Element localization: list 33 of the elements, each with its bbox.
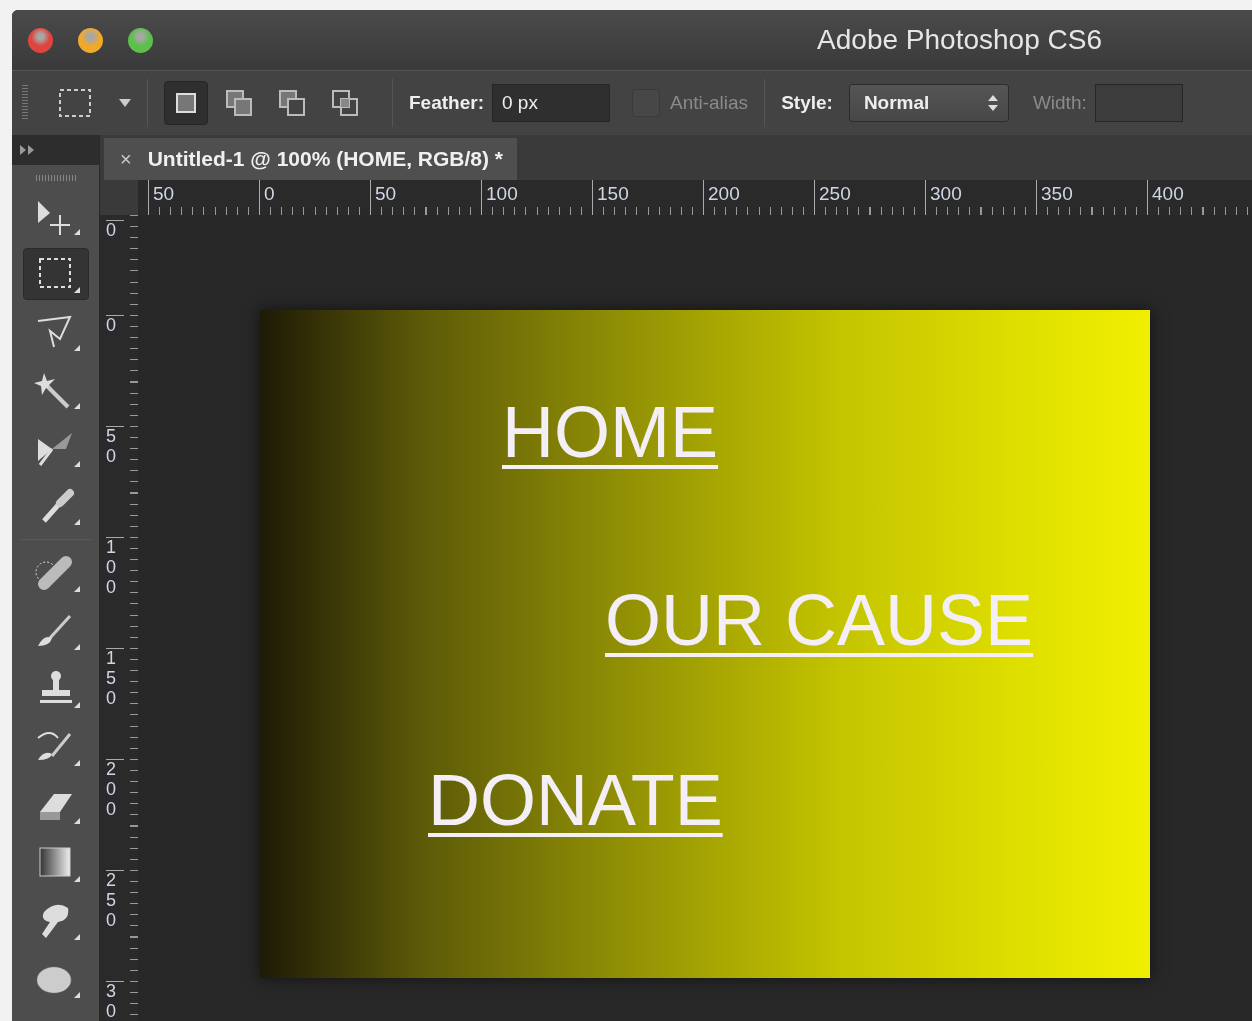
ruler-label: 200 xyxy=(106,759,124,870)
intersect-selection-icon xyxy=(330,88,360,118)
style-label: Style: xyxy=(781,90,833,115)
anti-alias-label: Anti-alias xyxy=(669,90,749,115)
collapse-arrows-icon xyxy=(20,144,36,155)
feather-label: Feather: xyxy=(409,90,484,115)
minimize-button[interactable] xyxy=(78,27,103,53)
ruler-label: 0 xyxy=(106,315,124,426)
subtract-selection-icon xyxy=(277,88,307,118)
marquee-icon xyxy=(58,88,92,118)
ruler-label: 30 xyxy=(106,981,124,1021)
zoom-button[interactable] xyxy=(128,27,153,53)
caret-icon xyxy=(119,99,131,107)
ruler-label: 0 xyxy=(106,220,124,315)
close-tab-button[interactable]: × xyxy=(120,144,132,174)
close-button[interactable] xyxy=(28,27,53,53)
updown-arrows-icon xyxy=(987,95,998,111)
width-label: Width: xyxy=(1032,90,1087,115)
ruler-label: 50 xyxy=(106,426,124,537)
document-title: Untitled-1 @ 100% (HOME, RGB/8) * xyxy=(147,146,504,173)
window-title: Adobe Photoshop CS6 xyxy=(817,23,1102,57)
selection-mode-button[interactable] xyxy=(164,81,208,125)
tool-button[interactable] xyxy=(22,248,89,300)
document-tab[interactable]: × Untitled-1 @ 100% (HOME, RGB/8) * xyxy=(104,138,518,180)
add-selection-icon xyxy=(224,88,254,118)
ruler-label: 250 xyxy=(106,870,124,981)
feather-field[interactable]: 0 px xyxy=(491,84,610,122)
ruler-label: 100 xyxy=(106,537,124,648)
layer-text: DONATE xyxy=(428,764,723,836)
ruler-label: 150 xyxy=(106,648,124,759)
layer-text: HOME xyxy=(502,396,718,468)
layer-text: OUR CAUSE xyxy=(605,584,1034,656)
style-dropdown[interactable]: Normal xyxy=(848,84,1009,122)
